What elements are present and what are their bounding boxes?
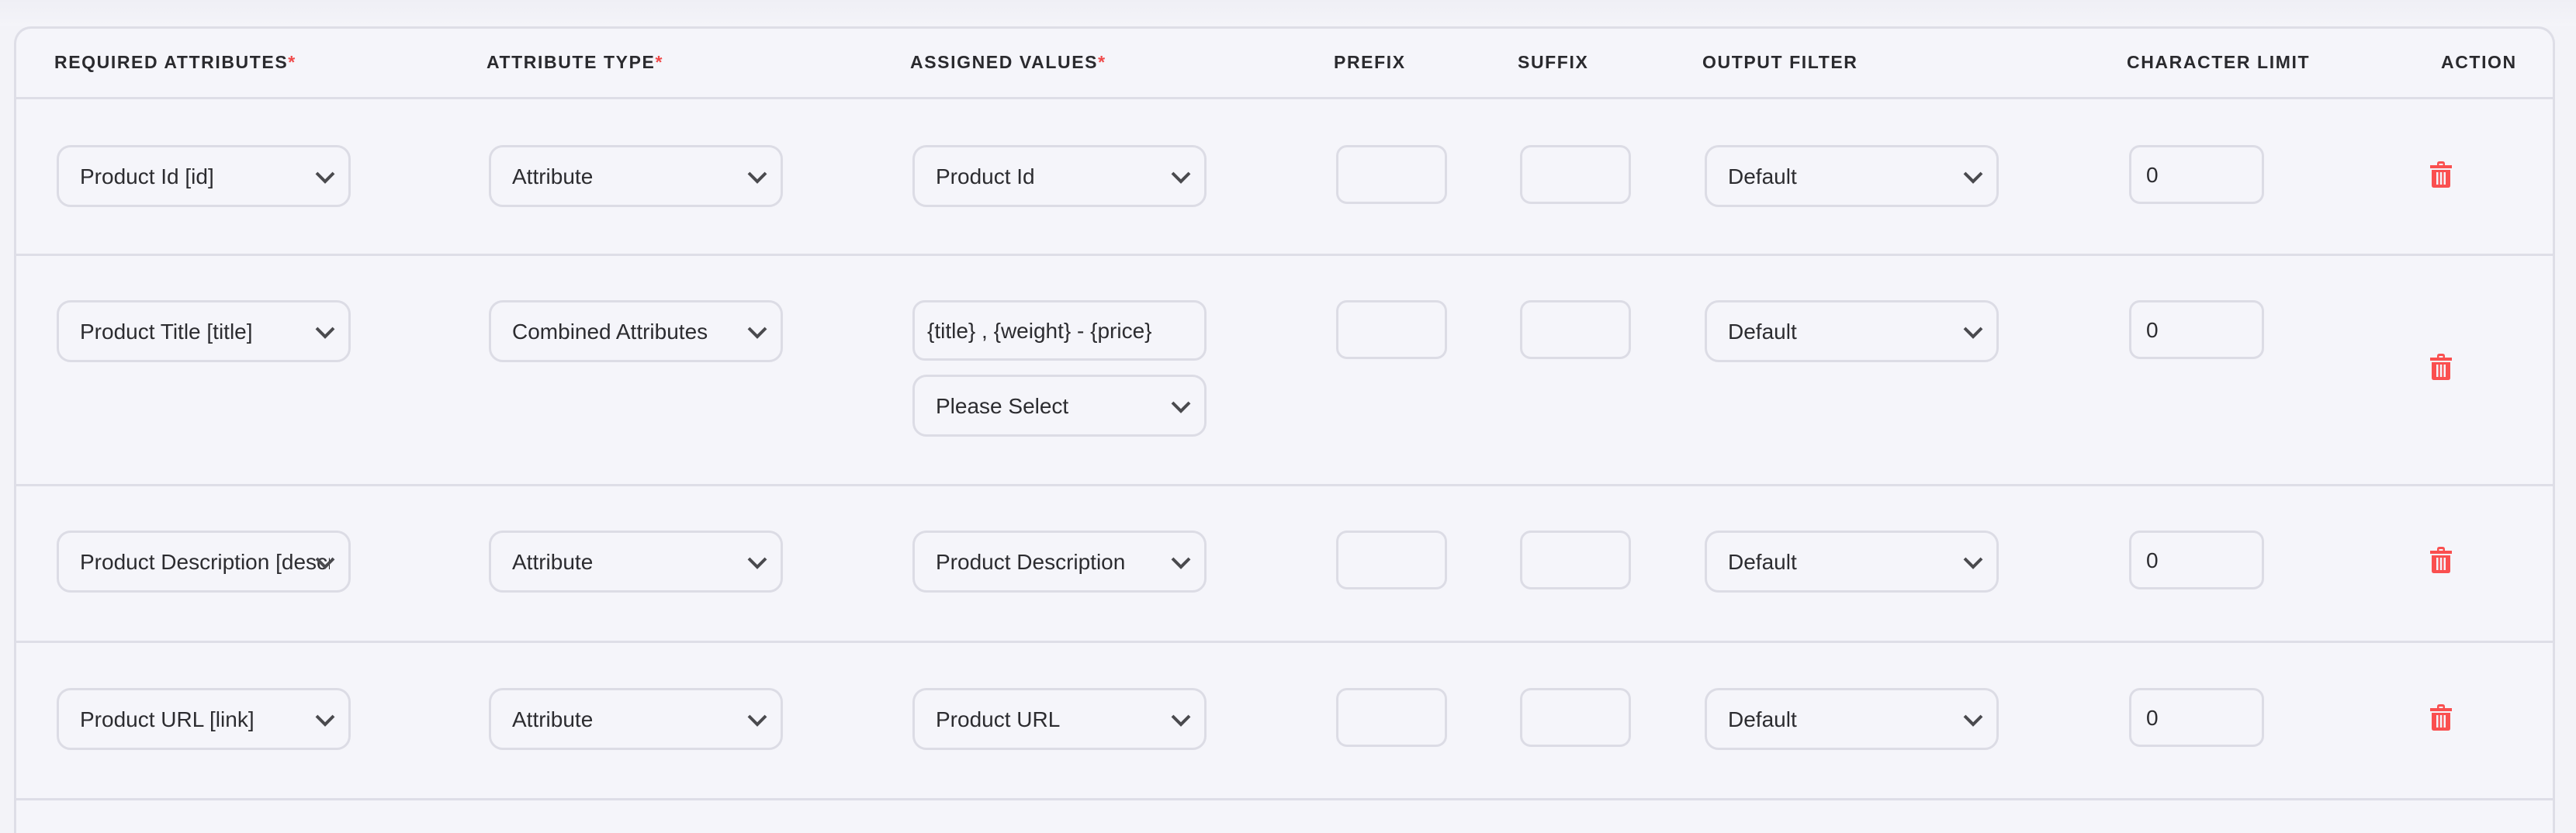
- table-row: Product Title [title] Combined Attribute…: [16, 254, 2553, 486]
- header-character-limit: CHARACTER LIMIT: [2127, 52, 2311, 72]
- header-action: ACTION: [2441, 52, 2517, 72]
- prefix-input[interactable]: [1336, 145, 1447, 204]
- page-top-shade: [0, 0, 2576, 26]
- header-prefix: PREFIX: [1334, 52, 1406, 72]
- select-value: Default: [1728, 550, 1797, 574]
- prefix-input[interactable]: [1336, 688, 1447, 747]
- select-value: Attribute: [512, 164, 594, 188]
- trash-icon[interactable]: [2429, 353, 2453, 381]
- header-suffix: SUFFIX: [1518, 52, 1589, 72]
- table-header: REQUIRED ATTRIBUTES* ATTRIBUTE TYPE* ASS…: [16, 29, 2553, 99]
- required-marker: *: [655, 52, 664, 72]
- input-value: {title} , {weight} - {price}: [927, 319, 1152, 343]
- suffix-input[interactable]: [1520, 531, 1631, 589]
- chevron-down-icon: [1963, 171, 1983, 184]
- chevron-down-icon: [747, 714, 767, 727]
- required-attribute-select[interactable]: Product URL [link]: [57, 688, 351, 750]
- header-attribute-type: ATTRIBUTE TYPE*: [486, 52, 663, 73]
- input-value: 0: [2146, 706, 2159, 730]
- chevron-down-icon: [1171, 401, 1191, 413]
- required-marker: *: [1098, 52, 1106, 72]
- suffix-input[interactable]: [1520, 300, 1631, 359]
- character-limit-input[interactable]: 0: [2129, 300, 2264, 359]
- assigned-value-select[interactable]: Product URL: [912, 688, 1207, 750]
- required-attribute-select[interactable]: Product Description [description]: [57, 531, 351, 593]
- trash-icon[interactable]: [2429, 546, 2453, 574]
- table-row: Product Description [description] Attrib…: [16, 484, 2553, 643]
- header-required-attributes: REQUIRED ATTRIBUTES*: [54, 52, 296, 73]
- chevron-down-icon: [1963, 714, 1983, 727]
- trash-icon[interactable]: [2429, 703, 2453, 731]
- chevron-down-icon: [315, 714, 335, 727]
- select-value: Product Description: [936, 550, 1126, 574]
- trash-icon[interactable]: [2429, 161, 2453, 188]
- input-value: 0: [2146, 318, 2159, 342]
- required-attribute-select[interactable]: Product Id [id]: [57, 145, 351, 207]
- select-value: Default: [1728, 164, 1797, 188]
- header-output-filter: OUTPUT FILTER: [1702, 52, 1858, 72]
- select-value: Attribute: [512, 550, 594, 574]
- attribute-type-select[interactable]: Attribute: [489, 688, 783, 750]
- output-filter-select[interactable]: Default: [1705, 688, 1999, 750]
- attribute-type-select[interactable]: Combined Attributes: [489, 300, 783, 362]
- select-value: Product Id [id]: [80, 164, 214, 188]
- chevron-down-icon: [747, 171, 767, 184]
- select-value: Product Title [title]: [80, 320, 253, 344]
- chevron-down-icon: [1171, 714, 1191, 727]
- chevron-down-icon: [1171, 557, 1191, 569]
- header-label: REQUIRED ATTRIBUTES: [54, 52, 289, 72]
- suffix-input[interactable]: [1520, 145, 1631, 204]
- select-value: Default: [1728, 320, 1797, 344]
- select-value: Attribute: [512, 707, 594, 731]
- output-filter-select[interactable]: Default: [1705, 145, 1999, 207]
- assigned-value-select[interactable]: Please Select: [912, 375, 1207, 437]
- attribute-type-select[interactable]: Attribute: [489, 145, 783, 207]
- chevron-down-icon: [315, 171, 335, 184]
- table-row: Product Id [id] Attribute Product Id Def…: [16, 97, 2553, 256]
- character-limit-input[interactable]: 0: [2129, 145, 2264, 204]
- output-filter-select[interactable]: Default: [1705, 300, 1999, 362]
- header-assigned-values: ASSIGNED VALUES*: [910, 52, 1106, 73]
- prefix-input[interactable]: [1336, 300, 1447, 359]
- attribute-type-select[interactable]: Attribute: [489, 531, 783, 593]
- select-value: Combined Attributes: [512, 320, 708, 344]
- input-value: 0: [2146, 548, 2159, 572]
- character-limit-input[interactable]: 0: [2129, 688, 2264, 747]
- select-value: Product Description [description]: [80, 550, 330, 574]
- character-limit-input[interactable]: 0: [2129, 531, 2264, 589]
- table-row: Product URL [link] Attribute Product URL…: [16, 641, 2553, 800]
- select-value: Default: [1728, 707, 1797, 731]
- select-value: Please Select: [936, 394, 1069, 418]
- header-label: ATTRIBUTE TYPE: [486, 52, 656, 72]
- suffix-input[interactable]: [1520, 688, 1631, 747]
- combined-attributes-input[interactable]: {title} , {weight} - {price}: [912, 300, 1207, 361]
- required-attribute-select[interactable]: Product Title [title]: [57, 300, 351, 362]
- assigned-value-select[interactable]: Product Description: [912, 531, 1207, 593]
- chevron-down-icon: [1963, 557, 1983, 569]
- attribute-mapping-table: REQUIRED ATTRIBUTES* ATTRIBUTE TYPE* ASS…: [14, 26, 2555, 833]
- select-value: Product URL: [936, 707, 1061, 731]
- chevron-down-icon: [747, 557, 767, 569]
- output-filter-select[interactable]: Default: [1705, 531, 1999, 593]
- assigned-value-select[interactable]: Product Id: [912, 145, 1207, 207]
- header-label: ASSIGNED VALUES: [910, 52, 1099, 72]
- prefix-input[interactable]: [1336, 531, 1447, 589]
- input-value: 0: [2146, 163, 2159, 187]
- select-value: Product Id: [936, 164, 1035, 188]
- chevron-down-icon: [315, 327, 335, 339]
- chevron-down-icon: [1963, 327, 1983, 339]
- chevron-down-icon: [747, 327, 767, 339]
- select-value: Product URL [link]: [80, 707, 254, 731]
- chevron-down-icon: [315, 557, 335, 569]
- chevron-down-icon: [1171, 171, 1191, 184]
- required-marker: *: [288, 52, 296, 72]
